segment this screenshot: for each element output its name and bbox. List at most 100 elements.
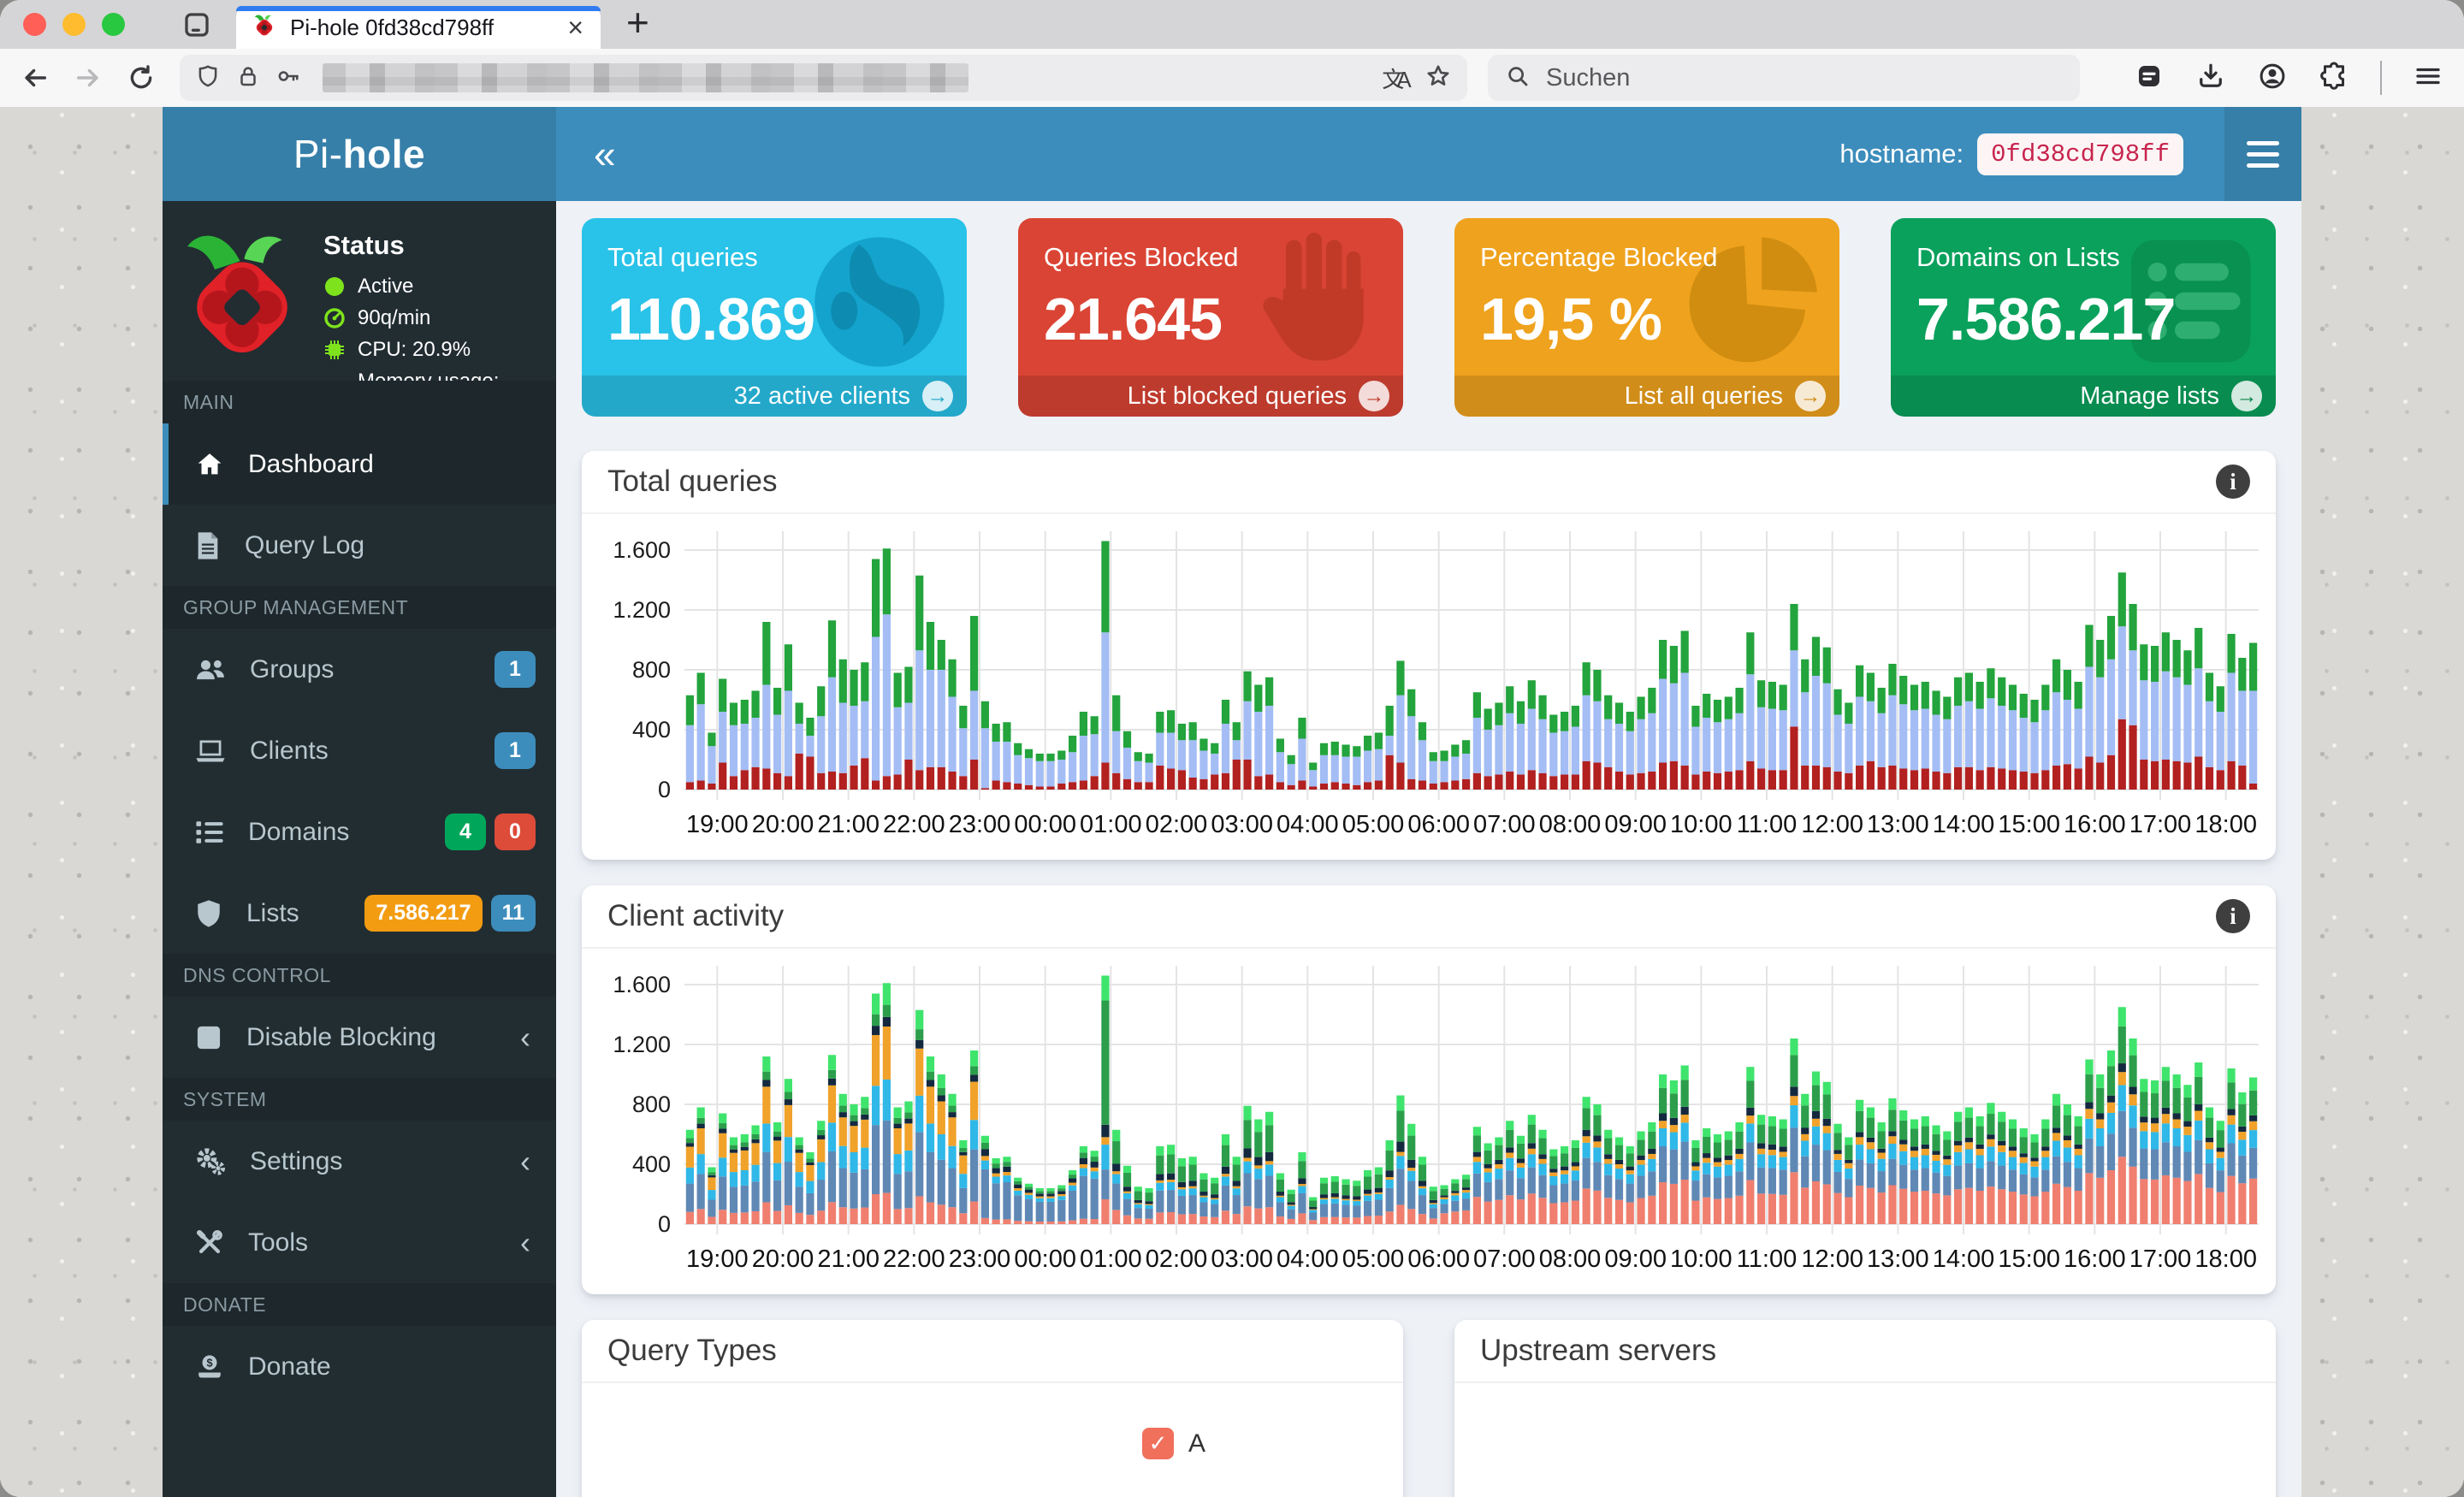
shield-icon	[198, 899, 220, 927]
svg-text:1.600: 1.600	[613, 537, 671, 563]
status-active-label: Active	[358, 275, 414, 298]
hostname-label: hostname:	[1839, 139, 1964, 169]
total-queries-value: 110.869	[607, 286, 815, 352]
search-input[interactable]: Suchen	[1488, 55, 2080, 101]
lock-icon[interactable]	[235, 63, 261, 93]
panel-title: Query Types	[607, 1334, 777, 1367]
tab-overview-icon[interactable]	[181, 9, 212, 40]
pihole-page: Pi-hole hostname: 0fd38cd798ff	[163, 107, 2301, 1497]
card-footer-link[interactable]: 32 active clients →	[582, 376, 967, 417]
lists-domains-badge: 7.586.217	[364, 895, 483, 932]
shield-icon[interactable]	[195, 63, 221, 93]
browser-menu-icon[interactable]	[2413, 61, 2443, 96]
card-percentage-blocked: Percentage Blocked 19,5 % List all queri…	[1454, 218, 1839, 417]
account-icon[interactable]	[2257, 61, 2288, 96]
new-tab-button[interactable]	[626, 3, 649, 47]
svg-text:19:00: 19:00	[686, 811, 749, 838]
svg-text:22:00: 22:00	[883, 1246, 945, 1273]
sidebar-item-disable-blocking[interactable]: Disable Blocking	[163, 997, 556, 1078]
maximize-window-button[interactable]	[102, 13, 125, 36]
chevron-left-icon	[520, 1144, 530, 1180]
total-queries-panel: Total queries 0 400 800 1.200 1.600 19:0020:0…	[582, 451, 2276, 860]
gauge-icon	[324, 308, 345, 328]
svg-text:12:00: 12:00	[1801, 811, 1863, 838]
url-bar[interactable]	[180, 55, 1467, 101]
svg-text:05:00: 05:00	[1342, 811, 1405, 838]
tab-close-icon[interactable]	[567, 14, 583, 41]
close-window-button[interactable]	[23, 13, 46, 36]
chevron-left-icon	[520, 1225, 530, 1261]
sidebar-item-groups[interactable]: Groups 1	[163, 629, 556, 710]
list-icon	[196, 820, 223, 843]
svg-text:04:00: 04:00	[1276, 811, 1339, 838]
sidebar-item-donate[interactable]: $ Donate	[163, 1326, 556, 1407]
library-icon[interactable]	[2134, 61, 2165, 96]
svg-text:02:00: 02:00	[1146, 1246, 1208, 1273]
sidebar-section-group-management: GROUP MANAGEMENT	[163, 586, 556, 629]
navigation-toolbar: Suchen	[0, 49, 2464, 107]
svg-text:23:00: 23:00	[949, 811, 1011, 838]
home-icon	[198, 453, 222, 474]
extensions-puzzle-icon[interactable]	[2319, 61, 2349, 96]
back-icon[interactable]	[21, 63, 50, 92]
browser-tab[interactable]: Pi-hole 0fd38cd798ff	[236, 6, 601, 49]
sidebar-item-settings[interactable]: Settings	[163, 1121, 556, 1202]
sidebar-section-main: MAIN	[163, 381, 556, 423]
svg-text:800: 800	[632, 657, 671, 683]
key-icon[interactable]	[275, 63, 301, 93]
url-text-redacted	[323, 63, 968, 92]
svg-text:09:00: 09:00	[1604, 811, 1667, 838]
svg-text:07:00: 07:00	[1473, 811, 1536, 838]
svg-text:16:00: 16:00	[2064, 811, 2126, 838]
sidebar-item-domains[interactable]: Domains 4 0	[163, 791, 556, 873]
domains-on-lists-value: 7.586.217	[1916, 286, 2176, 352]
info-icon[interactable]	[2216, 899, 2250, 933]
arrow-right-icon: →	[1359, 381, 1389, 411]
svg-text:15:00: 15:00	[1998, 1246, 2060, 1273]
svg-text:05:00: 05:00	[1342, 1246, 1405, 1273]
upstream-servers-panel: Upstream servers	[1454, 1320, 2276, 1497]
queries-blocked-value: 21.645	[1044, 286, 1223, 352]
desktop-background: Pi-hole hostname: 0fd38cd798ff	[0, 107, 2464, 1497]
toolbar-separator	[2380, 61, 2382, 95]
file-icon	[198, 531, 218, 559]
svg-text:800: 800	[632, 1092, 671, 1117]
svg-text:14:00: 14:00	[1933, 1246, 1995, 1273]
svg-text:01:00: 01:00	[1080, 1246, 1142, 1273]
reload-icon[interactable]	[127, 63, 156, 92]
tab-strip: Pi-hole 0fd38cd798ff	[0, 0, 2464, 49]
card-footer-link[interactable]: Manage lists →	[1891, 376, 2276, 417]
svg-text:22:00: 22:00	[883, 811, 945, 838]
sidebar-item-dashboard[interactable]: Dashboard	[163, 423, 556, 505]
client-activity-chart[interactable]: 0 400 800 1.200 1.600 19:00 20:00 21:00 22:00 23:…	[582, 949, 2276, 1294]
card-footer-link[interactable]: List all queries →	[1454, 376, 1839, 417]
sidebar-item-query-log[interactable]: Query Log	[163, 505, 556, 586]
svg-text:10:00: 10:00	[1670, 811, 1732, 838]
svg-text:18:00: 18:00	[2194, 1246, 2257, 1273]
svg-text:01:00: 01:00	[1080, 811, 1142, 838]
translate-icon[interactable]	[1376, 62, 1410, 94]
sidebar-item-tools[interactable]: Tools	[163, 1202, 556, 1283]
sidebar-collapse-icon[interactable]	[556, 131, 616, 177]
info-icon[interactable]	[2216, 464, 2250, 499]
svg-text:06:00: 06:00	[1407, 1246, 1470, 1273]
pihole-logo-text[interactable]: Pi-hole	[163, 107, 556, 201]
bookmark-star-icon[interactable]	[1424, 62, 1452, 94]
sidebar-item-lists[interactable]: Lists 7.586.217 11	[163, 873, 556, 954]
app-menu-icon[interactable]	[2224, 107, 2301, 201]
svg-text:14:00: 14:00	[1933, 811, 1995, 838]
svg-text:19:00: 19:00	[686, 1246, 749, 1273]
forward-icon[interactable]	[74, 63, 103, 92]
card-footer-link[interactable]: List blocked queries →	[1018, 376, 1403, 417]
svg-text:12:00: 12:00	[1801, 1246, 1863, 1273]
percentage-blocked-value: 19,5 %	[1480, 286, 1662, 352]
svg-text:400: 400	[632, 1151, 671, 1177]
svg-text:13:00: 13:00	[1867, 1246, 1929, 1273]
query-types-legend-A[interactable]: A	[1142, 1428, 1205, 1459]
checkbox-checked-icon[interactable]	[1142, 1428, 1174, 1459]
downloads-icon[interactable]	[2195, 61, 2226, 96]
minimize-window-button[interactable]	[62, 13, 86, 36]
svg-text:11:00: 11:00	[1737, 811, 1797, 838]
sidebar-item-clients[interactable]: Clients 1	[163, 710, 556, 791]
total-queries-chart[interactable]: 0 400 800 1.200 1.600 19:00 20:00 21:00 22:00 23:…	[582, 514, 2276, 860]
